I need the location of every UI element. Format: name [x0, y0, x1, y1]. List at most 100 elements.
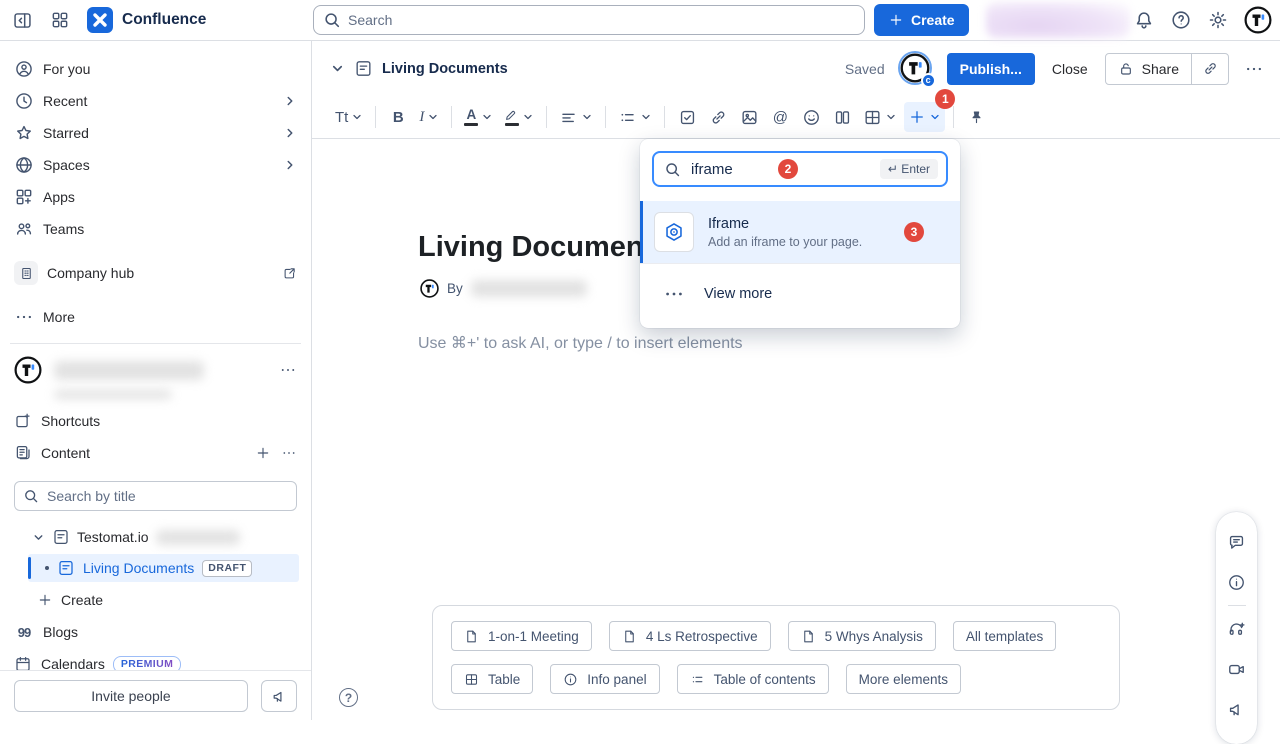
author-avatar	[420, 279, 439, 298]
page-icon	[354, 59, 373, 78]
sidebar-item-company-hub[interactable]: Company hub	[10, 257, 301, 289]
insert-table-button[interactable]: Table	[451, 664, 533, 694]
space-more-icon[interactable]	[279, 361, 297, 379]
insert-image-button[interactable]	[735, 102, 763, 132]
page-more-icon[interactable]	[1244, 59, 1264, 79]
top-bar: Confluence Create	[0, 0, 1280, 41]
more-elements-button[interactable]: More elements	[846, 664, 961, 694]
help-icon[interactable]	[1170, 9, 1192, 31]
presence-avatar[interactable]: c	[900, 53, 932, 85]
insert-elements-button[interactable]: 1	[904, 102, 945, 132]
table-button[interactable]	[859, 102, 901, 132]
chevron-down-icon	[581, 111, 593, 123]
tree-item-living-documents[interactable]: Living Documents DRAFT	[28, 554, 299, 582]
sidebar-item-spaces[interactable]: Spaces	[10, 149, 301, 181]
lists-button[interactable]	[614, 102, 656, 132]
announcements-megaphone-icon[interactable]	[1217, 689, 1257, 729]
details-info-icon[interactable]	[1217, 562, 1257, 602]
sidebar-item-for-you[interactable]: For you	[10, 53, 301, 85]
document-title[interactable]: Living Documents	[418, 230, 669, 265]
person-circle-icon	[14, 59, 34, 79]
document-icon	[801, 629, 816, 644]
template-1on1-meeting[interactable]: 1-on-1 Meeting	[451, 621, 592, 651]
sidebar-item-blogs[interactable]: Blogs	[10, 616, 301, 648]
add-content-icon[interactable]	[255, 445, 271, 461]
global-search-input[interactable]	[313, 5, 865, 35]
megaphone-icon	[271, 688, 288, 705]
view-more-button[interactable]: View more	[640, 264, 960, 326]
tree-item-space-root[interactable]: Testomat.io	[26, 524, 246, 550]
unlock-icon	[1118, 61, 1134, 77]
text-styles-button[interactable]: Tt	[331, 102, 367, 132]
content-search	[14, 481, 297, 511]
ellipsis-icon	[14, 307, 34, 327]
content-search-input[interactable]	[14, 481, 297, 511]
italic-button[interactable]: I	[415, 102, 443, 132]
redacted-space-subtitle	[54, 390, 172, 399]
insert-result-iframe[interactable]: Iframe Add an iframe to your page. 3	[640, 201, 960, 263]
insert-toc-button[interactable]: Table of contents	[677, 664, 829, 694]
settings-gear-icon[interactable]	[1207, 9, 1229, 31]
create-button[interactable]: Create	[874, 4, 969, 36]
chevron-right-icon	[283, 94, 297, 108]
share-button[interactable]: Share	[1106, 54, 1191, 84]
copy-link-button[interactable]	[1192, 54, 1228, 84]
tree-create-button[interactable]: Create	[31, 584, 109, 616]
redacted-tree-suffix	[156, 530, 240, 545]
insert-link-button[interactable]	[704, 102, 732, 132]
template-5-whys-analysis[interactable]: 5 Whys Analysis	[788, 621, 936, 651]
close-button[interactable]: Close	[1050, 61, 1090, 77]
chevron-down-icon	[522, 111, 534, 123]
chevron-right-icon	[283, 158, 297, 172]
emoji-button[interactable]	[797, 102, 825, 132]
chevron-down-icon	[481, 111, 493, 123]
audio-headset-icon[interactable]	[1217, 609, 1257, 649]
collapse-sidebar-button[interactable]	[12, 10, 33, 31]
space-header[interactable]	[10, 354, 301, 386]
result-title: Iframe	[708, 216, 862, 232]
template-4ls-retrospective[interactable]: 4 Ls Retrospective	[609, 621, 771, 651]
current-highlight-swatch	[505, 123, 519, 126]
chevron-down-icon	[640, 111, 652, 123]
share-group: Share	[1105, 53, 1229, 85]
mention-button[interactable]: @	[766, 102, 794, 132]
sidebar-item-apps[interactable]: Apps	[10, 181, 301, 213]
all-templates-button[interactable]: All templates	[953, 621, 1056, 651]
redacted-author-name	[471, 280, 587, 297]
insert-info-panel-button[interactable]: Info panel	[550, 664, 659, 694]
sidebar-item-more[interactable]: More	[10, 301, 301, 333]
pin-toolbar-button[interactable]	[962, 102, 990, 132]
highlight-color-button[interactable]	[500, 102, 538, 132]
notifications-bell-icon[interactable]	[1133, 9, 1155, 31]
feedback-megaphone-button[interactable]	[261, 680, 297, 712]
breadcrumb-expand-icon[interactable]	[330, 61, 345, 76]
publish-button[interactable]: Publish...	[947, 53, 1035, 85]
content-more-icon[interactable]	[281, 445, 297, 461]
app-switcher-icon[interactable]	[50, 10, 70, 30]
current-color-swatch	[464, 123, 478, 126]
sidebar-item-starred[interactable]: Starred	[10, 117, 301, 149]
bold-button[interactable]: B	[384, 102, 412, 132]
sidebar-item-shortcuts[interactable]: Shortcuts	[10, 405, 301, 437]
text-color-button[interactable]: A	[460, 102, 497, 132]
document-icon	[464, 629, 479, 644]
invite-people-button[interactable]: Invite people	[14, 680, 248, 712]
search-icon	[664, 161, 681, 178]
layouts-button[interactable]	[828, 102, 856, 132]
page-header: Living Documents Saved c Publish... Clos…	[312, 41, 1280, 96]
sidebar-item-teams[interactable]: Teams	[10, 213, 301, 245]
user-avatar[interactable]	[1244, 6, 1272, 34]
emoji-icon	[802, 108, 821, 127]
plus-icon	[37, 592, 53, 608]
help-question-icon[interactable]	[339, 688, 358, 707]
sidebar-item-recent[interactable]: Recent	[10, 85, 301, 117]
confluence-logo[interactable]: Confluence	[87, 7, 206, 33]
plus-icon	[908, 108, 926, 126]
breadcrumb-page-title[interactable]: Living Documents	[382, 61, 508, 77]
task-list-button[interactable]	[673, 102, 701, 132]
byline: By	[420, 279, 587, 298]
sidebar-item-content[interactable]: Content	[10, 437, 301, 469]
alignment-button[interactable]	[555, 102, 597, 132]
comments-icon[interactable]	[1217, 522, 1257, 562]
video-camera-icon[interactable]	[1217, 649, 1257, 689]
